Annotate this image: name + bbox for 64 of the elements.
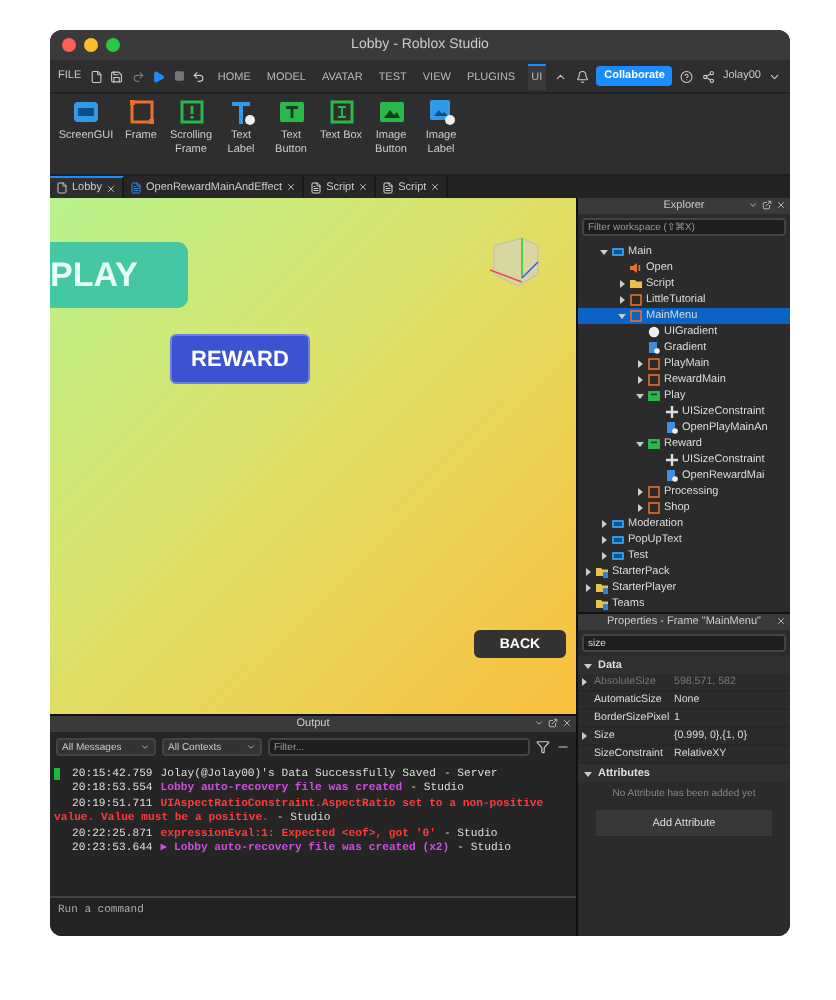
- undo-icon[interactable]: [192, 69, 206, 83]
- expand-arrow-icon[interactable]: [599, 536, 607, 544]
- popout-icon[interactable]: [762, 200, 772, 210]
- collapse-arrow-icon[interactable]: [584, 769, 592, 777]
- folder-icon: [630, 278, 642, 290]
- expand-arrow-icon[interactable]: [583, 568, 591, 576]
- expand-arrow-icon[interactable]: [579, 732, 587, 740]
- button-object-icon: [648, 438, 660, 450]
- minimize-window-button[interactable]: [84, 38, 98, 52]
- folder-icon: [596, 566, 608, 578]
- script-icon: [130, 181, 142, 193]
- constraint-icon: [666, 406, 678, 418]
- play-icon[interactable]: [152, 69, 166, 83]
- stop-icon[interactable]: [173, 70, 185, 82]
- reward-button[interactable]: REWARD: [170, 334, 310, 384]
- collapse-arrow-icon[interactable]: [584, 661, 592, 669]
- save-icon[interactable]: [110, 69, 124, 83]
- imagelabel-tool-icon: [427, 98, 455, 126]
- screengui-tool-icon: [72, 98, 100, 126]
- expand-arrow-icon[interactable]: [617, 296, 625, 304]
- caret-icon: [140, 742, 150, 752]
- button-object-icon: [648, 390, 660, 402]
- expand-arrow-icon[interactable]: [599, 552, 607, 560]
- document-icon: [56, 182, 68, 194]
- close-window-button[interactable]: [62, 38, 76, 52]
- scrolling-tool-icon: [177, 98, 205, 126]
- script-icon: [666, 422, 678, 434]
- expand-arrow-icon[interactable]: [617, 280, 625, 288]
- script-icon: [666, 470, 678, 482]
- script-icon: [382, 181, 395, 193]
- dropdown-icon[interactable]: [768, 69, 782, 83]
- folder-icon: [596, 582, 608, 594]
- collapse-arrow-icon[interactable]: [635, 392, 643, 400]
- dropdown-icon[interactable]: [534, 718, 544, 728]
- constraint-icon: [666, 454, 678, 466]
- collapse-arrow-icon[interactable]: [635, 440, 643, 448]
- help-icon[interactable]: [680, 69, 694, 83]
- textbox-tool-icon: [327, 98, 355, 126]
- expand-arrow-icon[interactable]: [635, 504, 643, 512]
- expand-arrow-icon[interactable]: [583, 584, 591, 592]
- frame-tool-icon: [127, 98, 155, 126]
- gradient-icon: [648, 326, 660, 338]
- expand-arrow-icon[interactable]: [635, 360, 643, 368]
- script-icon: [310, 181, 323, 193]
- collapse-ribbon-icon[interactable]: [554, 69, 568, 83]
- share-icon[interactable]: [701, 69, 715, 83]
- popout-icon[interactable]: [548, 718, 558, 728]
- expand-arrow-icon[interactable]: [635, 376, 643, 384]
- speaker-icon: [630, 262, 642, 274]
- dropdown-icon[interactable]: [748, 200, 758, 210]
- script-icon: [648, 342, 660, 354]
- expand-arrow-icon[interactable]: [599, 520, 607, 528]
- screen-icon: [612, 246, 624, 258]
- textbutton-tool-icon: [277, 98, 305, 126]
- new-file-icon[interactable]: [89, 69, 103, 83]
- caret-icon: [246, 742, 256, 752]
- redo-icon[interactable]: [131, 69, 145, 83]
- expand-arrow-icon[interactable]: [635, 488, 643, 496]
- textlabel-tool-icon: [227, 98, 255, 126]
- notifications-icon[interactable]: [575, 69, 589, 83]
- imagebutton-tool-icon: [377, 98, 405, 126]
- maximize-window-button[interactable]: [106, 38, 120, 52]
- collapse-arrow-icon[interactable]: [599, 248, 607, 256]
- folder-icon: [596, 598, 608, 610]
